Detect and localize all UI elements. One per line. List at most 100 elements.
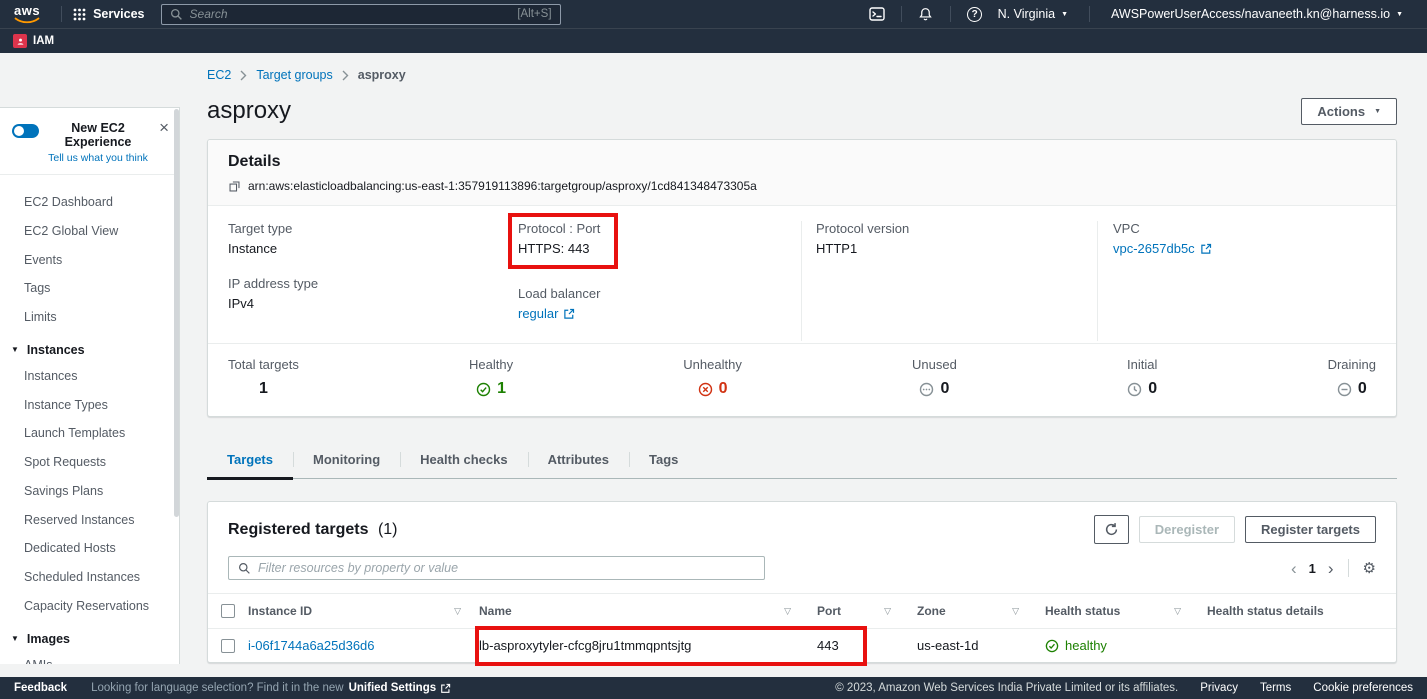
cloudshell-button[interactable] [864,3,890,25]
page-next-button[interactable]: › [1328,560,1334,577]
aws-smile-icon [14,17,40,24]
sidebar-item-dedicated-hosts[interactable]: Dedicated Hosts [0,534,179,563]
breadcrumb-target-groups[interactable]: Target groups [256,68,332,82]
targets-table: Instance ID ▽ Name ▽ Port ▽ Zone ▽ [208,593,1396,662]
details-card: Details arn:aws:elasticloadbalancing:us-… [207,139,1397,417]
stat-value: 1 [497,380,506,398]
column-name[interactable]: Name ▽ [479,604,809,618]
unified-settings-link[interactable]: Unified Settings [349,682,452,694]
sidebar-section-images[interactable]: ▼ Images [0,621,179,651]
aws-logo[interactable]: aws [14,5,40,24]
sidebar-section-instances[interactable]: ▼ Instances [0,332,179,362]
filter-input[interactable] [258,561,755,575]
tab-health-checks[interactable]: Health checks [400,443,527,478]
nav-divider [1089,6,1090,22]
favorite-iam-label: IAM [33,35,54,47]
terms-link[interactable]: Terms [1260,682,1291,694]
chevron-down-icon: ▼ [1374,108,1381,115]
sort-filter-icon[interactable]: ▽ [884,606,891,617]
privacy-link[interactable]: Privacy [1200,682,1238,694]
column-zone[interactable]: Zone ▽ [909,604,1037,618]
help-button[interactable]: ? [962,3,988,25]
tell-us-link[interactable]: Tell us what you think [47,152,149,164]
copyright-text: © 2023, Amazon Web Services India Privat… [835,682,1178,694]
sort-filter-icon[interactable]: ▽ [454,606,461,617]
sidebar-item-scheduled-instances[interactable]: Scheduled Instances [0,563,179,592]
sidebar-item-ec2-dashboard[interactable]: EC2 Dashboard [0,188,179,217]
search-input[interactable] [190,7,511,21]
main-content: EC2 Target groups asproxy asproxy Action… [180,53,1427,677]
vpc-link[interactable]: vpc-2657db5c [1113,241,1212,256]
tab-attributes[interactable]: Attributes [528,443,629,478]
cookie-preferences-link[interactable]: Cookie preferences [1313,682,1413,694]
sidebar-item-reserved-instances[interactable]: Reserved Instances [0,506,179,535]
field-label: Target type [228,221,518,236]
sidebar-item-ec2-global-view[interactable]: EC2 Global View [0,217,179,246]
account-menu[interactable]: AWSPowerUserAccess/navaneeth.kn@harness.… [1101,7,1413,21]
actions-button[interactable]: Actions ▼ [1301,98,1397,125]
new-experience-toggle[interactable] [12,124,39,138]
load-balancer-link[interactable]: regular [518,306,575,321]
sidebar-item-spot-requests[interactable]: Spot Requests [0,448,179,477]
sidebar-scrollbar[interactable] [174,109,179,664]
field-protocol-port: Protocol : Port HTTPS: 443 [518,221,801,266]
column-instance-id[interactable]: Instance ID ▽ [248,604,479,618]
region-selector[interactable]: N. Virginia ▼ [988,7,1078,21]
bell-icon [918,7,933,22]
table-header-row: Instance ID ▽ Name ▽ Port ▽ Zone ▽ [208,594,1396,628]
table-settings-button[interactable]: ⚙ [1363,559,1376,577]
language-hint-text: Looking for language selection? Find it … [91,682,344,694]
x-circle-icon [698,382,713,397]
sidebar-item-tags[interactable]: Tags [0,274,179,303]
sort-filter-icon[interactable]: ▽ [1012,606,1019,617]
notifications-button[interactable] [913,3,939,25]
column-health-status[interactable]: Health status ▽ [1037,604,1199,618]
tab-tags[interactable]: Tags [629,443,698,478]
check-circle-icon [1045,639,1059,653]
unified-settings-label: Unified Settings [349,682,437,694]
nav-divider [901,6,902,22]
instance-id-link[interactable]: i-06f1744a6a25d36d6 [248,638,375,653]
sidebar-item-events[interactable]: Events [0,246,179,275]
sort-filter-icon[interactable]: ▽ [784,606,791,617]
registered-targets-card: Registered targets (1) Deregister Regist… [207,501,1397,663]
sidebar-section-label: Instances [27,343,85,357]
copy-arn-button[interactable] [228,180,241,193]
deregister-button[interactable]: Deregister [1139,516,1235,543]
register-targets-button[interactable]: Register targets [1245,516,1376,543]
tab-targets[interactable]: Targets [207,443,293,478]
external-link-icon [440,683,451,694]
stat-draining: Draining 0 [1328,357,1376,398]
row-checkbox[interactable] [221,639,235,653]
console-footer: Feedback Looking for language selection?… [0,677,1427,699]
target-zone-cell: us-east-1d [909,638,1037,653]
page-previous-button[interactable]: ‹ [1291,560,1297,577]
ec2-sidebar: New EC2 Experience Tell us what you thin… [0,53,180,677]
feedback-link[interactable]: Feedback [14,682,67,694]
sidebar-item-limits[interactable]: Limits [0,303,179,332]
sort-filter-icon[interactable]: ▽ [1174,606,1181,617]
sidebar-item-capacity-reservations[interactable]: Capacity Reservations [0,592,179,621]
favorite-iam[interactable]: IAM [13,34,54,48]
stat-label: Healthy [469,357,513,372]
stat-total-targets: Total targets 1 [228,357,299,398]
tab-monitoring[interactable]: Monitoring [293,443,400,478]
refresh-button[interactable] [1094,515,1129,544]
filter-box[interactable] [228,556,765,580]
breadcrumb-ec2[interactable]: EC2 [207,68,231,82]
select-all-checkbox[interactable] [221,604,235,618]
field-load-balancer: Load balancer regular [518,286,801,321]
services-menu-button[interactable]: Services [73,7,144,21]
terminal-icon [869,7,885,21]
global-search[interactable]: [Alt+S] [161,4,561,25]
sidebar-item-launch-templates[interactable]: Launch Templates [0,419,179,448]
close-icon[interactable]: × [157,121,171,135]
aws-logo-text: aws [14,5,40,17]
sidebar-item-amis[interactable]: AMIs [0,651,179,665]
field-value: HTTP1 [816,241,1097,256]
minus-circle-icon [1337,382,1352,397]
sidebar-item-savings-plans[interactable]: Savings Plans [0,477,179,506]
column-port[interactable]: Port ▽ [809,604,909,618]
sidebar-item-instances[interactable]: Instances [0,362,179,391]
sidebar-item-instance-types[interactable]: Instance Types [0,391,179,420]
